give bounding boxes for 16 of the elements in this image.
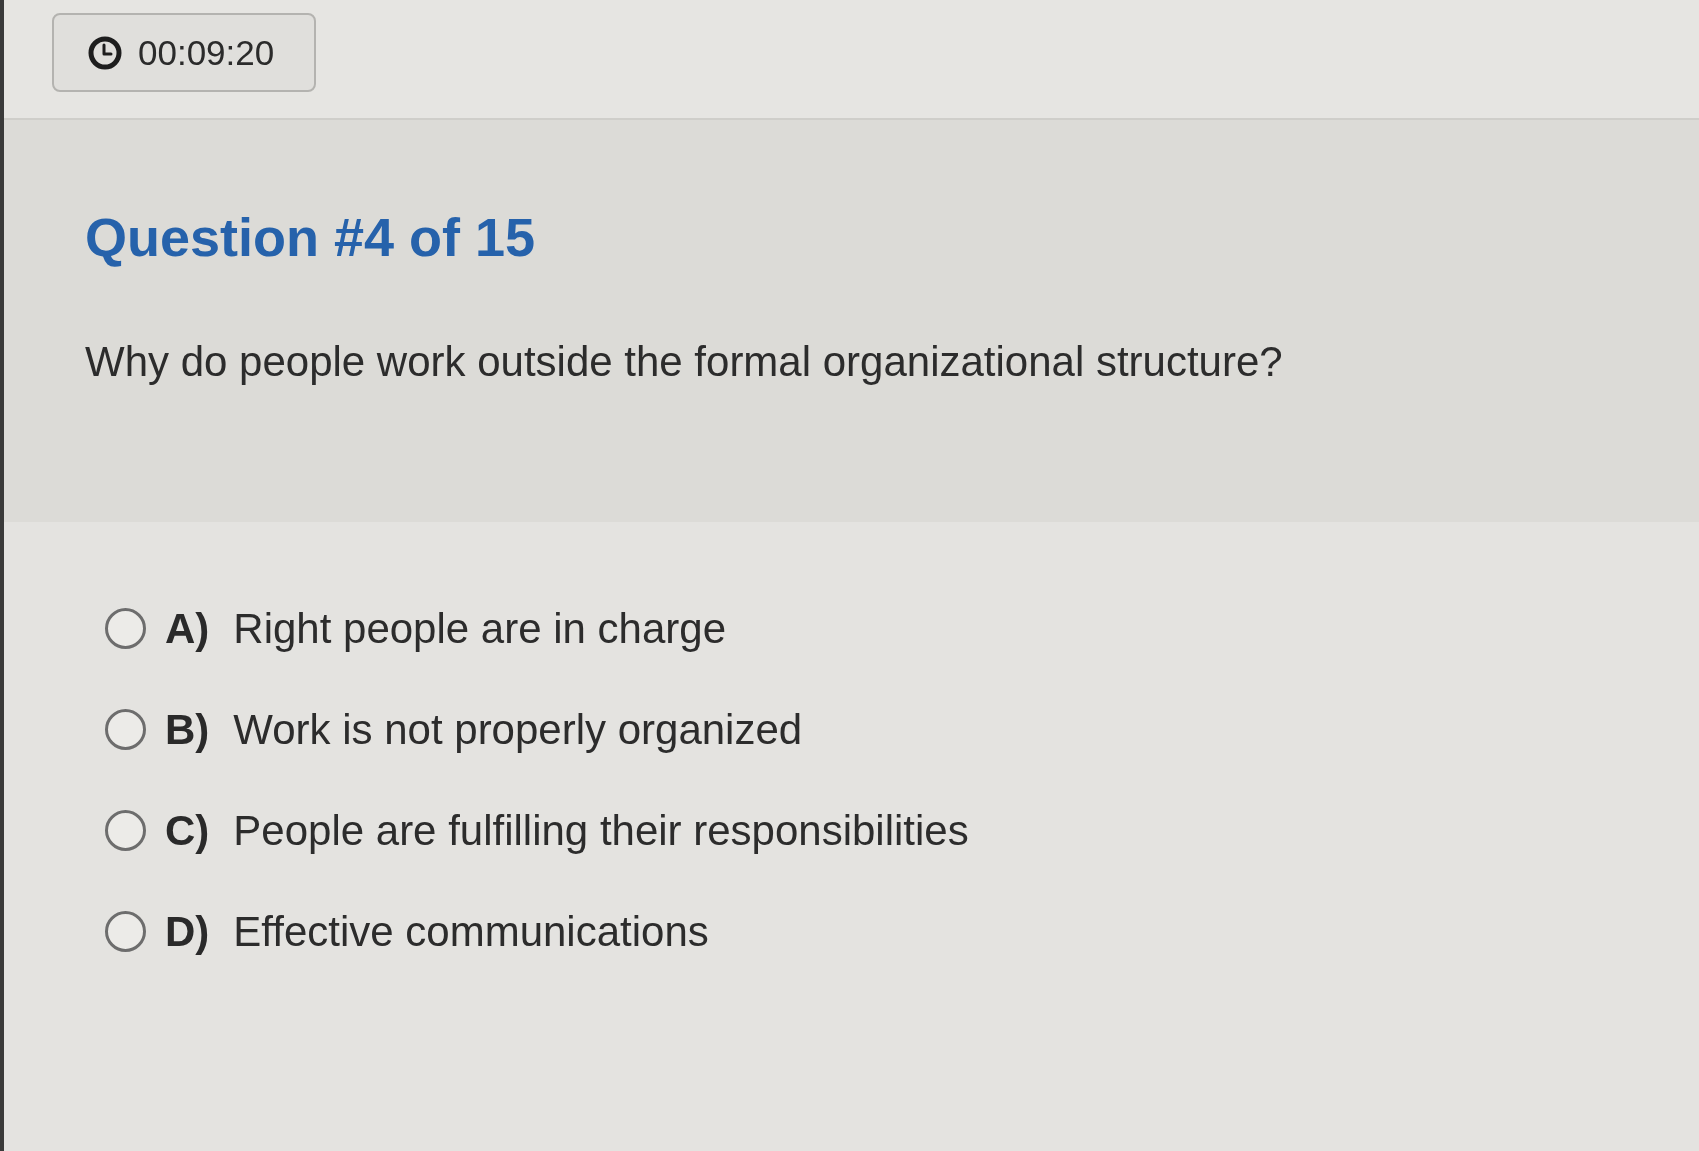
option-label[interactable]: Effective communications xyxy=(233,907,709,956)
option-label[interactable]: Work is not properly organized xyxy=(233,705,803,754)
radio-button[interactable] xyxy=(105,608,146,649)
option-letter: C) xyxy=(165,806,210,855)
question-text: Why do people work outside the formal organizational structure? xyxy=(85,336,1283,387)
clock-icon xyxy=(88,35,122,70)
question-title: Question #4 of 15 xyxy=(85,206,536,269)
timer-text: 00:09:20 xyxy=(138,32,275,73)
radio-button[interactable] xyxy=(105,911,146,952)
option-letter: A) xyxy=(165,604,210,653)
option-letter: D) xyxy=(165,907,210,956)
option-letter: B) xyxy=(165,705,210,754)
radio-button[interactable] xyxy=(105,709,146,750)
option-label[interactable]: Right people are in charge xyxy=(233,604,726,653)
option-label[interactable]: People are fulfilling their responsibilities xyxy=(233,806,969,855)
radio-button[interactable] xyxy=(105,810,146,851)
